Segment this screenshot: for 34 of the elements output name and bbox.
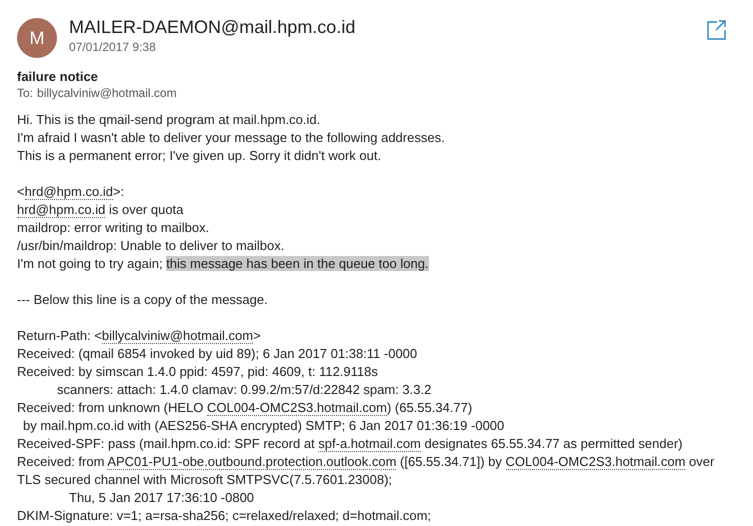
message-line: scanners: attach: 1.4.0 clamav: 0.99.2/m:57/d:22842 spam: 3.3.2 [57,382,432,397]
message-line: DKIM-Signature: v=1; a=rsa-sha256; c=relaxed/relaxed; d=hotmail.com; [17,508,432,523]
message-line: Received: by simscan 1.4.0 ppid: 4597, pid: 4609, t: 112.9118s [17,364,378,379]
email-link[interactable]: spf-a.hotmail.com [318,436,421,452]
message-line: Received-SPF: pass (mail.hpm.co.id: SPF record at spf-a.hotmail.com designates 65.55.34.77 as permitted sender) [17,436,682,452]
email-link[interactable]: APC01-PU1-obe.outbound.protection.outlook.com [107,454,396,470]
message-line: --- Below this line is a copy of the message. [17,292,268,307]
email-link[interactable]: hrd@hpm.co.id [24,184,113,200]
sender-address: MAILER-DAEMON@mail.hpm.co.id [69,16,356,39]
message-line: /usr/bin/maildrop: Unable to deliver to mailbox. [17,238,284,253]
message-line: hrd@hpm.co.id is over quota [17,202,184,218]
message-date: 07/01/2017 9:38 [69,39,157,55]
message-line: Thu, 5 Jan 2017 17:36:10 -0800 [69,490,254,505]
email-link[interactable]: COL004-OMC2S3.hotmail.com [506,454,686,470]
message-line: I'm not going to try again; this message has been in the queue too long. [17,256,429,271]
message-line: maildrop: error writing to mailbox. [17,220,210,235]
message-line: Return-Path: <billycalviniw@hotmail.com> [17,328,261,344]
message-line: Hi. This is the qmail-send program at mail.hpm.co.id. [17,112,320,127]
recipient-address: billycalviniw@hotmail.com [37,85,177,102]
message-line: by mail.hpm.co.id with (AES256-SHA encrypted) SMTP; 6 Jan 2017 01:36:19 -0000 [23,418,504,433]
message-line: Received: from unknown (HELO COL004-OMC2S3.hotmail.com) (65.55.34.77) [17,400,472,416]
email-link[interactable]: COL004-OMC2S3.hotmail.com [207,400,387,416]
message-line: TLS secured channel with Microsoft SMTPSVC(7.5.7601.23008); [17,472,392,487]
message-line: This is a permanent error; I've given up. Sorry it didn't work out. [17,148,382,163]
popout-icon[interactable] [705,19,727,41]
message-line: <hrd@hpm.co.id>: [17,184,124,200]
message-line: I'm afraid I wasn't able to deliver your message to the following addresses. [17,130,445,145]
email-link[interactable]: hrd@hpm.co.id [17,202,106,218]
message-line: Received: from APC01-PU1-obe.outbound.protection.outlook.com ([65.55.34.71]) by COL004-OMC2S3.hotmail.com over [17,454,714,470]
message-line: Received: (qmail 6854 invoked by uid 89); 6 Jan 2017 01:38:11 -0000 [17,346,418,361]
message-subject: failure notice [17,68,98,85]
email-link[interactable]: billycalviniw@hotmail.com [102,328,254,344]
recipient-label: To: [17,85,34,102]
sender-avatar: M [17,18,57,58]
